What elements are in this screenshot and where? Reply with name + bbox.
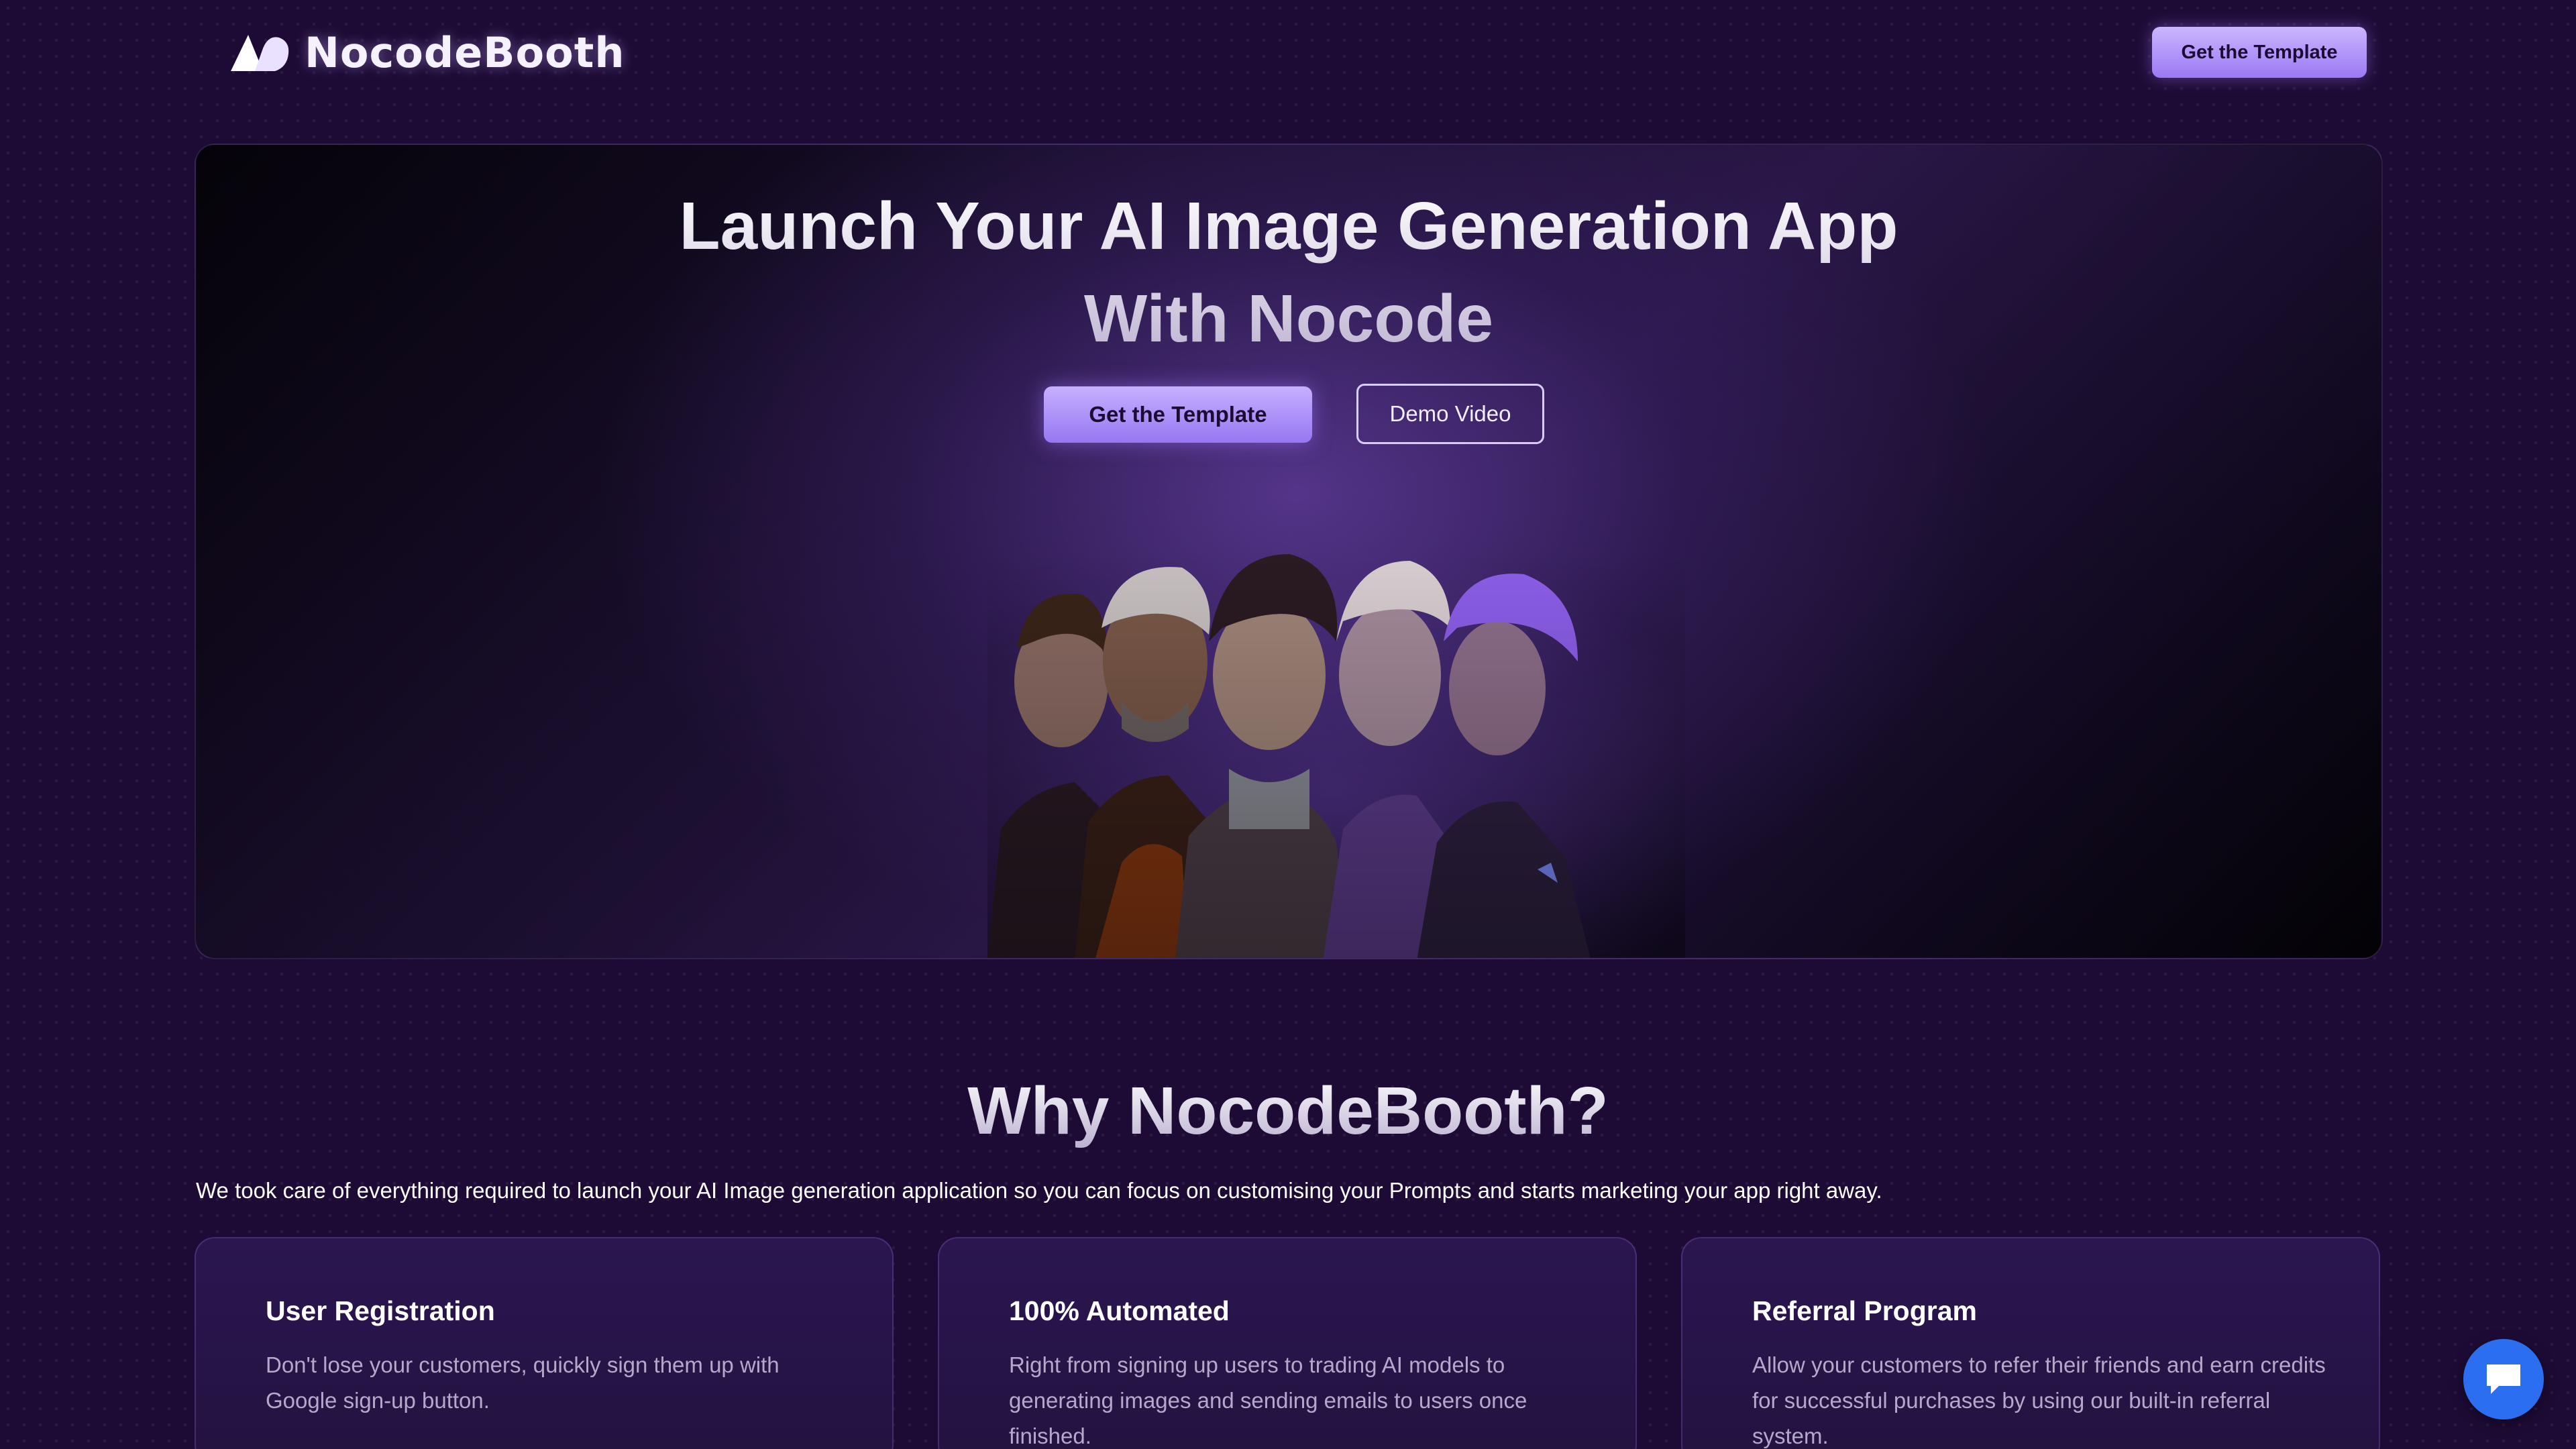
feature-card-user-registration: User Registration Don't lose your custom… [195,1237,894,1449]
brand-name: NocodeBooth [305,28,625,77]
feature-cards: User Registration Don't lose your custom… [195,1237,2383,1449]
logo-icon [231,35,289,71]
chat-widget-button[interactable] [2463,1339,2544,1419]
brand-logo[interactable]: NocodeBooth [228,25,625,79]
feature-card-title: Referral Program [1752,1295,1977,1326]
hero-characters-image [987,547,1685,958]
get-template-hero-button[interactable]: Get the Template [1044,386,1312,443]
why-section-title: Why NocodeBooth? [0,1071,2576,1151]
get-template-nav-button[interactable]: Get the Template [2152,27,2367,78]
hero-title-line2: With Nocode [1083,281,1494,356]
top-nav: NocodeBooth Get the Template [0,0,2576,107]
hero-section: Launch Your AI Image Generation App With… [195,144,2383,959]
feature-card-referral-program: Referral Program Allow your customers to… [1681,1237,2380,1449]
feature-card-title: User Registration [266,1295,495,1326]
feature-card-description: Right from signing up users to trading A… [1009,1352,1527,1448]
feature-card-automated: 100% Automated Right from signing up use… [938,1237,1637,1449]
why-section-subtitle: We took care of everything required to l… [196,1178,1882,1203]
feature-card-description: Don't lose your customers, quickly sign … [266,1352,780,1413]
demo-video-button[interactable]: Demo Video [1356,384,1544,444]
feature-card-title: 100% Automated [1009,1295,1230,1326]
landing-page: NocodeBooth Get the Template Launch Your… [0,0,2576,1449]
hero-title-line1: Launch Your AI Image Generation App [679,189,1898,264]
chat-bubble-icon [2487,1364,2520,1394]
hero-title: Launch Your AI Image Generation App With… [196,180,2381,365]
feature-card-description: Allow your customers to refer their frie… [1752,1352,2326,1448]
